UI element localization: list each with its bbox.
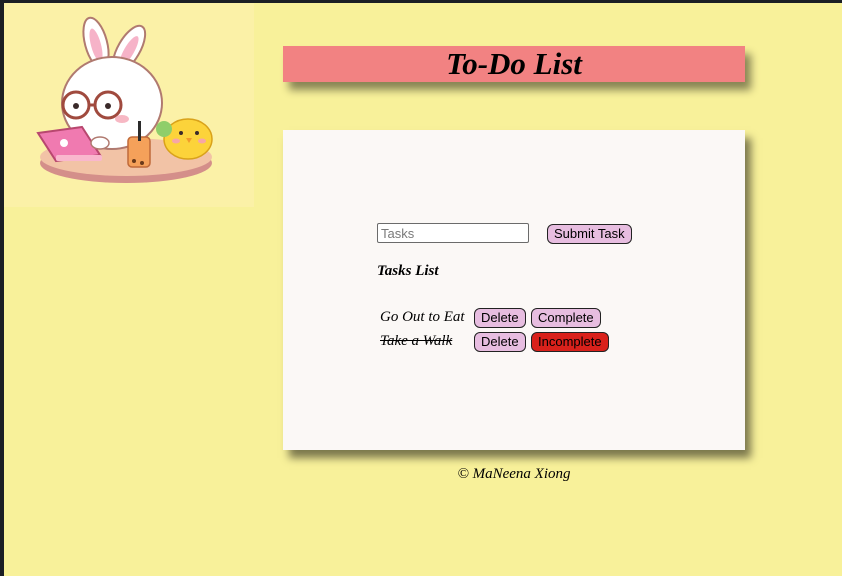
- footer-copyright: © MaNeena Xiong: [457, 466, 571, 482]
- incomplete-button[interactable]: Incomplete: [531, 332, 609, 352]
- todo-card: Submit Task Tasks List Go Out to Eat Del…: [283, 130, 745, 450]
- hero-illustration: [4, 3, 254, 207]
- bunny-laptop-icon: [36, 16, 213, 183]
- tasks-list-heading: Tasks List: [377, 263, 439, 279]
- page: To-Do List Submit Task Tasks List Go Out…: [4, 3, 842, 576]
- task-name: Go Out to Eat: [380, 309, 465, 325]
- complete-button[interactable]: Complete: [531, 308, 601, 328]
- submit-task-button[interactable]: Submit Task: [547, 224, 632, 244]
- page-title: To-Do List: [446, 46, 582, 81]
- task-input[interactable]: [377, 223, 529, 243]
- delete-button[interactable]: Delete: [474, 308, 526, 328]
- task-name: Take a Walk: [380, 333, 453, 349]
- delete-button[interactable]: Delete: [474, 332, 526, 352]
- title-banner: To-Do List: [283, 46, 745, 82]
